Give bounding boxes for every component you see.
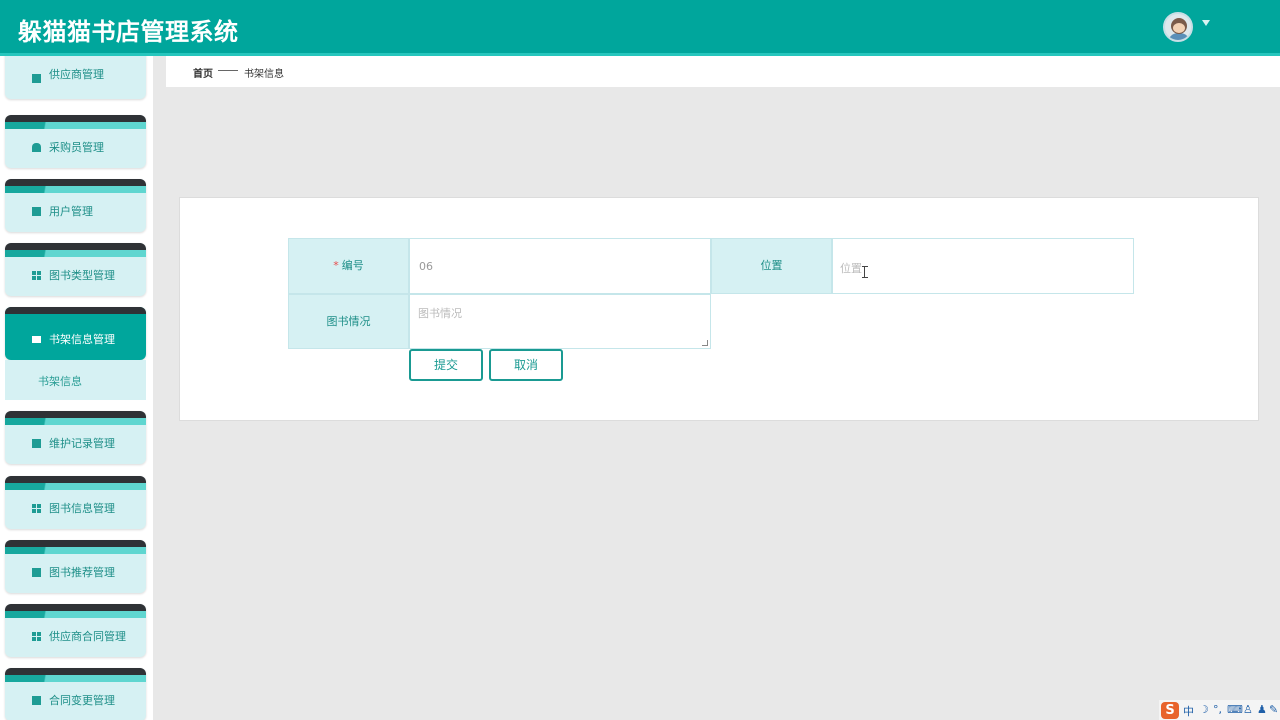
number-value: 06 — [419, 260, 433, 273]
tab-decoration — [5, 476, 146, 484]
form-panel: * 编号 06 位置 位置 图书情况 图书情况 提交 取消 — [179, 197, 1259, 421]
tab-decoration — [5, 675, 146, 682]
tab-decoration — [5, 115, 146, 123]
avatar-body — [1168, 33, 1190, 40]
tab-decoration — [5, 250, 146, 257]
sidebar-item-contract-change[interactable]: 合同变更管理 — [5, 668, 146, 720]
keyboard-icon[interactable]: ⌨ — [1227, 703, 1243, 716]
submenu-item-bookshelf-info[interactable]: 书架信息 — [5, 360, 146, 400]
grid-icon — [32, 504, 41, 513]
book-status-placeholder: 图书情况 — [418, 307, 462, 320]
app-title: 躲猫猫书店管理系统 — [18, 18, 239, 46]
cancel-button[interactable]: 取消 — [489, 349, 563, 381]
sidebar-item-label: 用户管理 — [49, 205, 93, 218]
tab-decoration — [5, 668, 146, 676]
tab-decoration — [5, 611, 146, 618]
ticket-icon — [32, 336, 41, 343]
submenu-item-label: 书架信息 — [38, 375, 82, 388]
number-label: 编号 — [341, 259, 364, 272]
user-icon — [32, 143, 41, 152]
sidebar-item-maintenance[interactable]: 维护记录管理 — [5, 411, 146, 464]
sidebar-item-label: 图书信息管理 — [49, 502, 115, 515]
tab-decoration — [5, 547, 146, 554]
message-icon — [32, 74, 41, 83]
location-label: 位置 — [760, 259, 783, 272]
top-header: 躲猫猫书店管理系统 — [0, 0, 1280, 56]
sidebar-item-label: 书架信息管理 — [49, 333, 115, 346]
tab-decoration — [5, 179, 146, 187]
punctuation-icon[interactable]: °, — [1213, 703, 1222, 716]
tab-decoration — [5, 540, 146, 548]
text-cursor-icon — [862, 266, 868, 278]
clipboard-check-icon — [32, 568, 41, 577]
sidebar-item-supplier[interactable]: 供应商管理 — [5, 56, 146, 99]
resize-handle-icon[interactable] — [702, 340, 708, 346]
tab-decoration — [5, 243, 146, 251]
ime-mode[interactable]: 中 — [1183, 703, 1194, 719]
breadcrumb: 首页 书架信息 — [166, 56, 1280, 87]
book-status-textarea[interactable]: 图书情况 — [409, 294, 711, 349]
sidebar: 供应商管理 采购员管理 用户管理 图书类型管理 书架信息管理 书架信息 维护记录… — [0, 56, 153, 720]
shirt-icon[interactable]: ♟ — [1257, 703, 1267, 716]
number-input[interactable]: 06 — [409, 238, 711, 294]
tools-icon[interactable]: ✎ — [1269, 703, 1278, 716]
tab-decoration — [5, 604, 146, 612]
tab-decoration — [5, 418, 146, 425]
wallet-icon — [32, 696, 41, 705]
location-placeholder: 位置 — [840, 262, 862, 275]
chevron-down-icon[interactable] — [1202, 20, 1210, 26]
grid-icon — [32, 271, 41, 280]
user-avatar[interactable] — [1163, 12, 1193, 42]
chart-icon — [32, 439, 41, 448]
sidebar-item-label: 供应商合同管理 — [49, 630, 126, 643]
tab-decoration — [5, 411, 146, 419]
sidebar-item-label: 图书类型管理 — [49, 269, 115, 282]
tab-decoration — [5, 314, 146, 321]
clipboard-icon — [32, 207, 41, 216]
grid-icon — [32, 632, 41, 641]
sidebar-item-book-types[interactable]: 图书类型管理 — [5, 243, 146, 296]
location-input[interactable]: 位置 — [832, 238, 1134, 294]
book-status-label-cell: 图书情况 — [288, 294, 409, 349]
ime-tray: S 中 ☽ °, ⌨ ♙ ♟ ✎ — [1159, 700, 1280, 720]
tab-decoration — [5, 483, 146, 490]
location-label-cell: 位置 — [711, 238, 832, 294]
book-status-label: 图书情况 — [326, 315, 371, 328]
sidebar-item-label: 供应商管理 — [49, 68, 104, 81]
sidebar-item-users[interactable]: 用户管理 — [5, 179, 146, 232]
moon-icon[interactable]: ☽ — [1199, 703, 1209, 716]
breadcrumb-current: 书架信息 — [244, 69, 284, 80]
sidebar-item-purchaser[interactable]: 采购员管理 — [5, 115, 146, 168]
sidebar-item-recommend[interactable]: 图书推荐管理 — [5, 540, 146, 593]
tab-decoration — [5, 122, 146, 129]
number-label-cell: * 编号 — [288, 238, 409, 294]
sidebar-item-label: 采购员管理 — [49, 141, 104, 154]
breadcrumb-home[interactable]: 首页 — [193, 65, 213, 80]
sidebar-item-bookshelf[interactable]: 书架信息管理 — [5, 307, 146, 360]
breadcrumb-separator — [218, 70, 238, 71]
avatar-face — [1173, 23, 1185, 33]
tab-decoration — [5, 307, 146, 315]
sidebar-item-label: 维护记录管理 — [49, 437, 115, 450]
sidebar-item-label: 图书推荐管理 — [49, 566, 115, 579]
sidebar-item-supplier-contract[interactable]: 供应商合同管理 — [5, 604, 146, 657]
user-tray-icon[interactable]: ♙ — [1243, 703, 1253, 716]
tab-decoration — [5, 186, 146, 193]
sidebar-item-book-info[interactable]: 图书信息管理 — [5, 476, 146, 529]
submit-button[interactable]: 提交 — [409, 349, 483, 381]
sogou-s-icon[interactable]: S — [1161, 702, 1179, 719]
required-mark: * — [333, 259, 339, 272]
sidebar-item-label: 合同变更管理 — [49, 694, 115, 707]
